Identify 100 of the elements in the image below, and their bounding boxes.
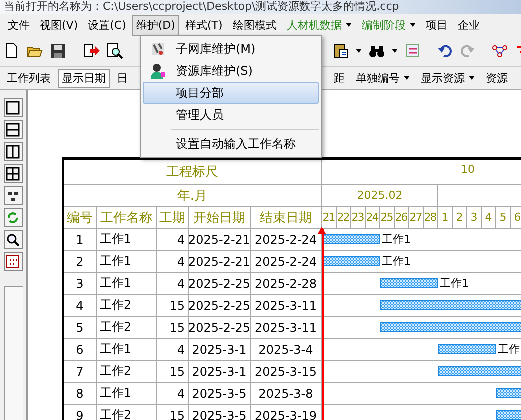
table-cell: 2025-2-21 [189, 251, 251, 272]
split-vertical-icon [6, 144, 20, 158]
table-cell: 2025-2-25 [189, 295, 251, 316]
menu-item[interactable]: 绘图模式 [228, 14, 281, 36]
day-header: 1 [438, 207, 452, 228]
table-cell: 6 [64, 339, 97, 360]
four-pane-icon [6, 166, 20, 180]
toolbar-button[interactable]: 日 [113, 68, 132, 88]
network-diagram-icon[interactable] [492, 43, 508, 59]
bar-label: 工作1 [440, 276, 469, 291]
table-cell: 2025-3-5 [189, 405, 251, 420]
day-header: 6 [510, 207, 521, 228]
table-cell: 3 [64, 273, 97, 294]
four-pane-button[interactable] [4, 164, 22, 183]
menu-option[interactable]: 项目分部 [143, 82, 319, 104]
table-cell: 4 [64, 295, 97, 316]
save-icon[interactable] [50, 43, 66, 59]
gantt-bar[interactable] [438, 344, 496, 354]
table-cell: 5 [64, 317, 97, 338]
search-icon [6, 232, 20, 246]
toolbar-button[interactable]: 工作列表 [3, 68, 55, 88]
table-cell: 15 [157, 361, 189, 382]
day-header: 21 [322, 207, 336, 228]
paste-icon[interactable] [333, 43, 349, 59]
single-pane-button[interactable] [4, 98, 22, 117]
day-header: 3 [467, 207, 482, 228]
gantt-bar[interactable] [380, 278, 438, 288]
table-cell: 4 [157, 273, 189, 294]
table-cell: 4 [157, 383, 189, 404]
network-node-button[interactable] [4, 186, 22, 205]
table-cell: 工作1 [97, 273, 157, 294]
table-cell: 工作2 [97, 361, 157, 382]
day-header: 28 [424, 207, 438, 228]
menu-item[interactable]: 维护(D) [132, 14, 180, 36]
ruler-title: 工程标尺 [64, 160, 322, 184]
window-title: 当前打开的名称为：C:\Users\ccproject\Desktop\测试资源数字太多的情况.ccp [0, 0, 521, 14]
table-cell: 工作1 [97, 339, 157, 360]
month-title: 年.月 [64, 185, 322, 206]
binoculars-icon[interactable] [369, 43, 385, 59]
split-horizontal-icon [6, 122, 20, 136]
table-cell: 15 [157, 317, 189, 338]
dropdown-arrow-icon[interactable] [356, 49, 362, 53]
menu-option[interactable]: 子网库维护(M) [143, 38, 319, 60]
calendar-button[interactable] [4, 252, 22, 271]
column-header: 结束日期 [251, 207, 322, 228]
table-cell: 4 [157, 229, 189, 250]
table-cell: 9 [64, 405, 97, 420]
column-header: 工期 [157, 207, 189, 228]
day-header: 27 [409, 207, 424, 228]
menu-item[interactable]: 编制阶段 [358, 14, 420, 36]
table-cell: 2025-2-21 [189, 229, 251, 250]
day-header: 25 [380, 207, 394, 228]
menu-item[interactable]: 文件 [4, 14, 34, 36]
column-header: 开始日期 [189, 207, 251, 228]
table-cell: 2 [64, 251, 97, 272]
table-cell: 15 [157, 295, 189, 316]
day-header: 26 [394, 207, 409, 228]
dropdown-arrow-icon[interactable] [392, 49, 398, 53]
toolbar-button[interactable]: 显示日期 [58, 68, 110, 88]
menu-item[interactable]: 项目 [422, 14, 452, 36]
menu-item[interactable]: 样式(T) [181, 14, 227, 36]
gantt-bar[interactable] [322, 234, 380, 244]
caret-icon [410, 23, 416, 27]
day-header: 24 [366, 207, 380, 228]
print-preview-icon[interactable] [107, 43, 123, 59]
day-header: 23 [351, 207, 366, 228]
toolbar-button[interactable]: 单独编号 [352, 68, 414, 88]
table-cell: 1 [64, 229, 97, 250]
zoom-button[interactable] [4, 230, 22, 249]
caret-icon [469, 76, 475, 80]
table-cell: 7 [64, 361, 97, 382]
caret-icon [346, 23, 352, 27]
table-cell: 2025-3-1 [189, 361, 251, 382]
ruler-scale: 10 [460, 162, 476, 178]
table-cell: 2025-2-25 [189, 273, 251, 294]
menu-item[interactable]: 人材机数据 [282, 14, 356, 36]
menu-item[interactable]: 企业 [454, 14, 484, 36]
table-cell: 工作1 [97, 383, 157, 404]
toolbar-button[interactable]: 显示资源 [417, 68, 479, 88]
menu-option[interactable]: 设置自动输入工作名称 [143, 133, 319, 155]
bar-label: 工作1 [382, 254, 411, 269]
split-horizontal-button[interactable] [4, 120, 22, 139]
day-header: 4 [482, 207, 496, 228]
table-cell: 工作2 [97, 317, 157, 338]
split-vertical-button[interactable] [4, 142, 22, 161]
table-cell: 2025-3-1 [189, 339, 251, 360]
toolbar-button[interactable]: 距 [330, 68, 349, 88]
table-cell: 4 [157, 339, 189, 360]
gantt-bar[interactable] [322, 256, 380, 266]
column-header: 工作名称 [97, 207, 157, 228]
person-icon [150, 63, 166, 79]
menu-option[interactable]: 资源库维护(S) [143, 60, 319, 82]
menu-option[interactable]: 管理人员 [143, 104, 319, 126]
toolbar-button[interactable]: 资源 [482, 68, 512, 88]
undo-icon[interactable] [437, 43, 453, 59]
table-cell: 工作1 [97, 251, 157, 272]
menu-item[interactable]: 视图(V) [36, 14, 82, 36]
export-icon[interactable] [84, 43, 100, 59]
new-file-icon[interactable] [4, 43, 20, 59]
menu-item[interactable]: 设置(C) [84, 14, 130, 36]
